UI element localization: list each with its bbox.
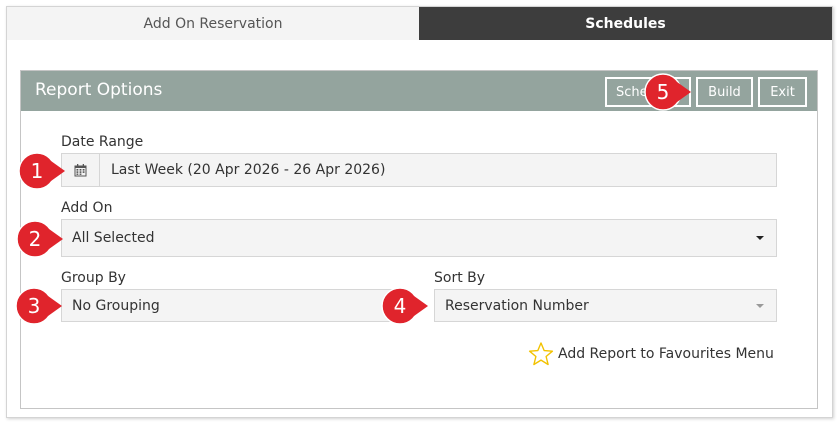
tab-bar: Add On Reservation Schedules bbox=[7, 7, 832, 40]
tab-schedules[interactable]: Schedules bbox=[419, 7, 832, 40]
date-range-value: Last Week (20 Apr 2026 - 26 Apr 2026) bbox=[111, 162, 386, 178]
add-to-favourites-link[interactable]: Add Report to Favourites Menu bbox=[528, 341, 774, 367]
date-range-field[interactable]: Last Week (20 Apr 2026 - 26 Apr 2026) bbox=[61, 153, 777, 187]
group-by-value: No Grouping bbox=[72, 297, 160, 314]
chevron-down-icon bbox=[756, 303, 764, 308]
star-outline-icon bbox=[528, 342, 554, 366]
callout-marker-4: 4 bbox=[380, 286, 428, 326]
build-button[interactable]: Build bbox=[696, 77, 753, 107]
sort-by-value: Reservation Number bbox=[445, 297, 589, 314]
callout-marker-3: 3 bbox=[14, 286, 62, 326]
panel-title: Report Options bbox=[35, 80, 163, 100]
date-range-label: Date Range bbox=[61, 134, 144, 150]
panel-header: Report Options Schedule Build Exit bbox=[21, 71, 817, 111]
favourites-label: Add Report to Favourites Menu bbox=[558, 346, 774, 362]
add-on-value: All Selected bbox=[72, 230, 155, 246]
add-on-label: Add On bbox=[61, 200, 113, 216]
calendar-icon[interactable] bbox=[62, 154, 100, 186]
callout-marker-5: 5 bbox=[643, 72, 691, 112]
tab-add-on-reservation[interactable]: Add On Reservation bbox=[7, 7, 419, 40]
exit-button[interactable]: Exit bbox=[758, 77, 807, 107]
sort-by-label: Sort By bbox=[434, 270, 486, 286]
callout-marker-1: 1 bbox=[17, 151, 65, 191]
chevron-down-icon bbox=[756, 236, 764, 240]
group-by-label: Group By bbox=[61, 270, 126, 286]
group-by-select[interactable]: No Grouping bbox=[61, 289, 403, 322]
sort-by-select[interactable]: Reservation Number bbox=[434, 289, 777, 322]
callout-marker-2: 2 bbox=[15, 219, 63, 259]
add-on-select[interactable]: All Selected bbox=[61, 219, 777, 257]
